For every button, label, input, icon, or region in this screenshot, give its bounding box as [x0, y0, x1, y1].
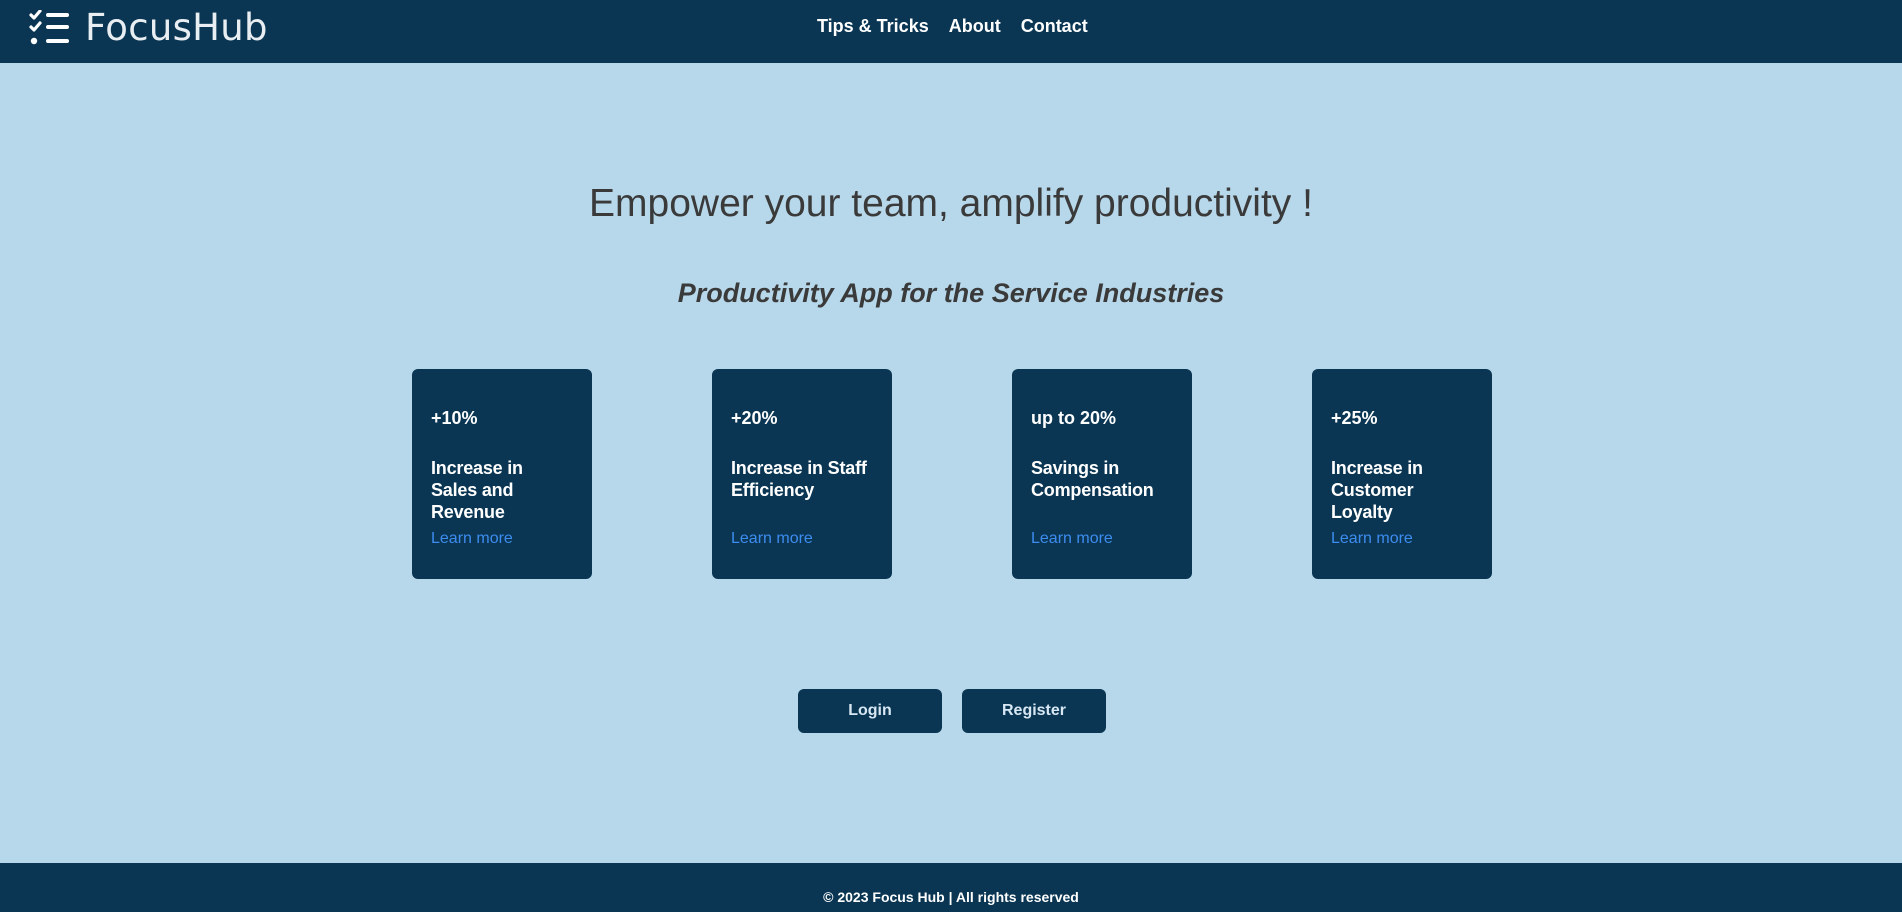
card-label: Increase in Sales and Revenue: [431, 458, 523, 522]
copyright-text: © 2023 Focus Hub | All rights reserved: [823, 889, 1079, 905]
learn-more-link[interactable]: Learn more: [731, 529, 873, 549]
auth-actions: Login Register: [798, 689, 1106, 733]
card-stat: up to 20%: [1031, 408, 1117, 428]
page: FocusHub Tips & Tricks About Contact Emp…: [0, 0, 1902, 912]
login-button[interactable]: Login: [798, 689, 942, 733]
feature-card-loyalty: +25% Increase in Customer Loyalty Learn …: [1312, 369, 1492, 579]
card-label: Increase in Staff Efficiency: [731, 458, 867, 500]
register-button[interactable]: Register: [962, 689, 1106, 733]
checklist-icon: [29, 10, 69, 45]
top-navbar: FocusHub Tips & Tricks About Contact: [0, 0, 1902, 63]
brand-logo-link[interactable]: FocusHub: [29, 8, 268, 48]
nav-link-about[interactable]: About: [949, 15, 1001, 37]
card-stat: +25%: [1331, 408, 1378, 428]
learn-more-link[interactable]: Learn more: [1031, 529, 1173, 549]
nav-link-tips-tricks[interactable]: Tips & Tricks: [817, 15, 929, 37]
card-label: Increase in Customer Loyalty: [1331, 458, 1423, 522]
card-label: Savings in Compensation: [1031, 458, 1154, 500]
feature-card-efficiency: +20% Increase in Staff Efficiency Learn …: [712, 369, 892, 579]
card-stat: +10%: [431, 408, 478, 428]
brand-name: FocusHub: [85, 6, 268, 49]
feature-card-compensation: up to 20% Savings in Compensation Learn …: [1012, 369, 1192, 579]
main-nav: Tips & Tricks About Contact: [817, 15, 1088, 37]
footer: © 2023 Focus Hub | All rights reserved: [0, 863, 1902, 912]
hero-subtitle: Productivity App for the Service Industr…: [677, 278, 1225, 308]
nav-link-contact[interactable]: Contact: [1021, 15, 1088, 37]
learn-more-link[interactable]: Learn more: [1331, 529, 1473, 549]
hero-title: Empower your team, amplify productivity …: [589, 182, 1313, 225]
learn-more-link[interactable]: Learn more: [431, 529, 573, 549]
card-stat: +20%: [731, 408, 778, 428]
feature-card-sales: +10% Increase in Sales and Revenue Learn…: [412, 369, 592, 579]
feature-cards: +10% Increase in Sales and Revenue Learn…: [412, 369, 1492, 579]
